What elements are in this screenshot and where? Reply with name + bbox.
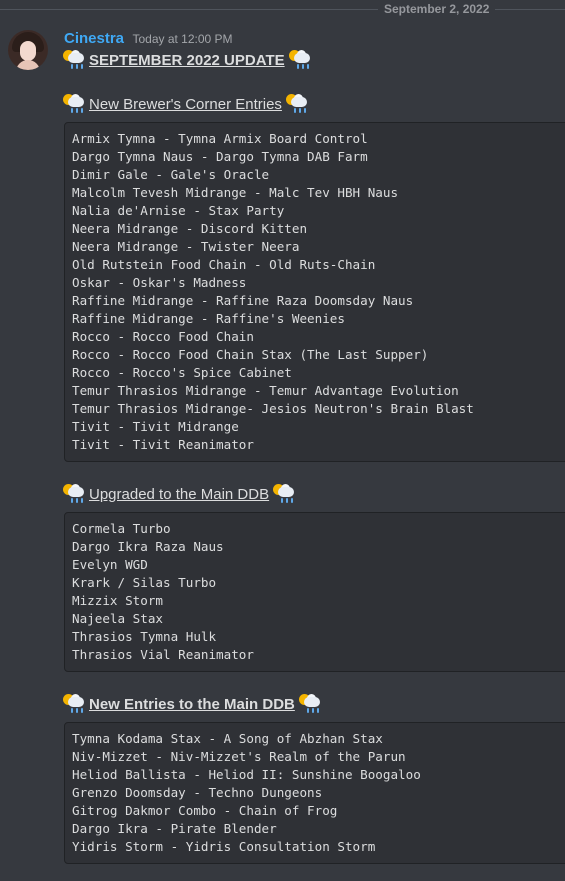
code-line: Cormela Turbo <box>72 521 171 536</box>
code-line: Raffine Midrange - Raffine Raza Doomsday… <box>72 293 414 308</box>
code-line: Krark / Silas Turbo <box>72 575 217 590</box>
code-line: Tymna Kodama Stax - A Song of Abzhan Sta… <box>72 731 383 746</box>
message-timestamp[interactable]: Today at 12:00 PM <box>132 32 232 46</box>
code-line: Temur Thrasios Midrange - Temur Advantag… <box>72 383 459 398</box>
code-line: Dimir Gale - Gale's Oracle <box>72 167 270 182</box>
section-heading-upgraded: Upgraded to the Main DDB <box>62 482 296 506</box>
sun-behind-rain-cloud-icon <box>272 483 296 505</box>
sun-behind-rain-cloud-icon <box>62 693 86 715</box>
code-line: Neera Midrange - Twister Neera <box>72 239 300 254</box>
code-line: Tivit - Tivit Midrange <box>72 419 239 434</box>
section-heading-text: Upgraded to the Main DDB <box>89 485 270 503</box>
sun-behind-rain-cloud-icon <box>62 49 86 71</box>
code-line: Rocco - Rocco Food Chain Stax (The Last … <box>72 347 429 362</box>
code-line: Temur Thrasios Midrange- Jesios Neutron'… <box>72 401 474 416</box>
section-heading-brewers-corner: New Brewer's Corner Entries <box>62 92 309 116</box>
date-divider-label: September 2, 2022 <box>378 2 496 16</box>
code-line: Mizzix Storm <box>72 593 163 608</box>
code-line: Heliod Ballista - Heliod II: Sunshine Bo… <box>72 767 421 782</box>
section-heading-text: New Brewer's Corner Entries <box>89 95 282 113</box>
code-line: Niv-Mizzet - Niv-Mizzet's Realm of the P… <box>72 749 406 764</box>
code-line: Rocco - Rocco Food Chain <box>72 329 254 344</box>
username[interactable]: Cinestra <box>64 30 124 47</box>
code-block-new-entries: Tymna Kodama Stax - A Song of Abzhan Sta… <box>64 722 565 864</box>
code-line: Thrasios Vial Reanimator <box>72 647 254 662</box>
code-line: Tivit - Tivit Reanimator <box>72 437 254 452</box>
message-header: Cinestra Today at 12:00 PM <box>64 30 233 50</box>
code-line: Gitrog Dakmor Combo - Chain of Frog <box>72 803 338 818</box>
message-title-line: SEPTEMBER 2022 UPDATE <box>62 48 312 72</box>
sun-behind-rain-cloud-icon <box>298 693 322 715</box>
code-line: Armix Tymna - Tymna Armix Board Control <box>72 131 368 146</box>
user-avatar[interactable] <box>8 30 48 70</box>
code-line: Rocco - Rocco's Spice Cabinet <box>72 365 292 380</box>
code-line: Dargo Ikra Raza Naus <box>72 539 224 554</box>
code-line: Neera Midrange - Discord Kitten <box>72 221 308 236</box>
sun-behind-rain-cloud-icon <box>288 49 312 71</box>
code-line: Nalia de'Arnise - Stax Party <box>72 203 285 218</box>
code-line: Grenzo Doomsday - Techno Dungeons <box>72 785 323 800</box>
code-line: Raffine Midrange - Raffine's Weenies <box>72 311 345 326</box>
code-block-brewers-corner: Armix Tymna - Tymna Armix Board Control D… <box>64 122 565 462</box>
sun-behind-rain-cloud-icon <box>285 93 309 115</box>
sun-behind-rain-cloud-icon <box>62 483 86 505</box>
section-heading-text: New Entries to the Main DDB <box>89 695 295 713</box>
code-line: Old Rutstein Food Chain - Old Ruts-Chain <box>72 257 376 272</box>
sun-behind-rain-cloud-icon <box>62 93 86 115</box>
code-line: Dargo Tymna Naus - Dargo Tymna DAB Farm <box>72 149 368 164</box>
section-heading-new-entries: New Entries to the Main DDB <box>62 692 322 716</box>
code-block-upgraded: Cormela Turbo Dargo Ikra Raza Naus Evelyn … <box>64 512 565 672</box>
code-line: Evelyn WGD <box>72 557 148 572</box>
code-line: Oskar - Oskar's Madness <box>72 275 247 290</box>
message-title: SEPTEMBER 2022 UPDATE <box>89 51 285 69</box>
code-line: Thrasios Tymna Hulk <box>72 629 217 644</box>
code-line: Dargo Ikra - Pirate Blender <box>72 821 277 836</box>
code-line: Yidris Storm - Yidris Consultation Storm <box>72 839 376 854</box>
code-line: Najeela Stax <box>72 611 163 626</box>
code-line: Malcolm Tevesh Midrange - Malc Tev HBH N… <box>72 185 399 200</box>
